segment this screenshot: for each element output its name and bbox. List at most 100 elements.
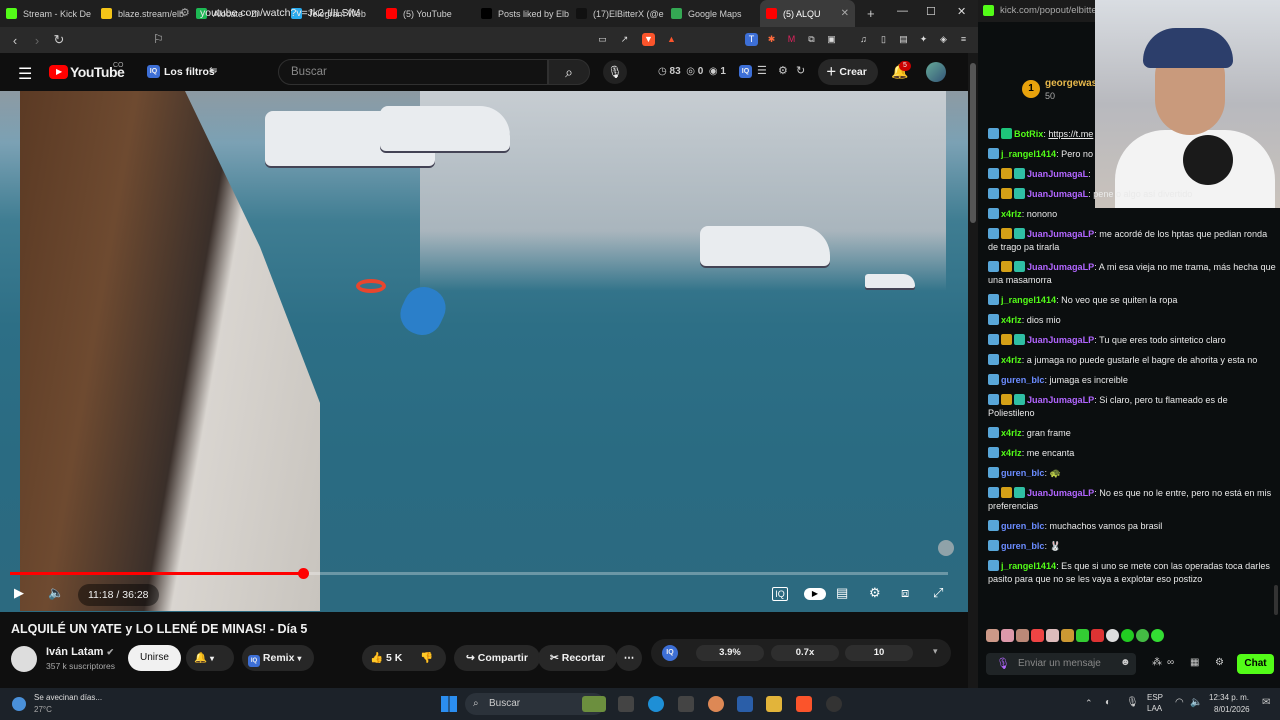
brave-shield-icon[interactable]: ▼	[642, 33, 655, 46]
minimize-button[interactable]: —	[897, 5, 908, 17]
emote-icon[interactable]	[1151, 629, 1164, 642]
chat-username[interactable]: j_rangel1414	[1001, 295, 1056, 305]
search-icon[interactable]: ⌕	[548, 59, 590, 85]
folder-icon[interactable]	[766, 696, 782, 712]
obs-icon[interactable]	[826, 696, 842, 712]
remix-button[interactable]: IQ Remix ▾	[242, 645, 314, 671]
clock-date[interactable]: 8/01/2026	[1214, 705, 1250, 714]
page-scrollbar[interactable]	[968, 53, 978, 688]
chat-username[interactable]: JuanJumagaLP	[1027, 262, 1094, 272]
filters-button[interactable]: Los filtros	[164, 66, 215, 78]
chat-username[interactable]: JuanJumagaLP	[1027, 229, 1094, 239]
play-icon[interactable]: ▶	[14, 585, 24, 601]
taskbar-widget-icon[interactable]	[582, 696, 606, 712]
subscription-bell-button[interactable]: 🔔 ▾	[186, 645, 234, 671]
tab-close-icon[interactable]: ✕	[841, 8, 849, 19]
browser-tab[interactable]: Stream - Kick De	[0, 0, 95, 27]
settings-gear-icon[interactable]: ⚙	[869, 585, 881, 601]
iq-filter-icon[interactable]: IQ	[147, 65, 160, 78]
back-icon[interactable]: ‹	[4, 33, 26, 48]
store-app-icon[interactable]	[678, 696, 694, 712]
miniplayer-icon[interactable]: ⧈	[901, 585, 909, 601]
chat-username[interactable]: JuanJumagaL	[1027, 189, 1088, 199]
subtitles-icon[interactable]: ▤	[836, 585, 848, 601]
app-icon[interactable]	[737, 696, 753, 712]
site-settings-icon[interactable]: ⚙	[180, 6, 190, 19]
store-icon[interactable]: ▦	[1190, 657, 1199, 668]
filters-settings-icon[interactable]: ⇋	[209, 65, 217, 76]
refresh-icon[interactable]: ↻	[796, 64, 805, 77]
video-player[interactable]: ▶ 🔈 11:18 / 36:28 IQ ▶ ▤ ⚙ ⧈ ⤢	[0, 91, 968, 612]
chat-username[interactable]: x4rlz	[1001, 428, 1022, 438]
chat-username[interactable]: guren_blc	[1001, 468, 1044, 478]
dislike-icon[interactable]: 👎	[420, 645, 433, 671]
emote-icon[interactable]	[986, 629, 999, 642]
brave-rewards-icon[interactable]: ▲	[665, 33, 678, 46]
clock-time[interactable]: 12:34 p. m.	[1209, 693, 1249, 702]
forward-icon[interactable]: ›	[26, 33, 48, 48]
cast-icon[interactable]: ▭	[596, 33, 609, 46]
lang-indicator[interactable]: ESP	[1147, 693, 1163, 702]
like-icon[interactable]: 👍	[370, 652, 383, 664]
chat-username[interactable]: x4rlz	[1001, 209, 1022, 219]
lang-indicator-2[interactable]: LAA	[1147, 704, 1162, 713]
emote-icon[interactable]	[1016, 629, 1029, 642]
chat-username[interactable]: BotRix	[1014, 129, 1043, 139]
channel-name[interactable]: Iván Latam ✔	[46, 646, 114, 658]
menu-icon[interactable]: ≡	[957, 33, 970, 46]
emote-icon[interactable]	[1061, 629, 1074, 642]
chat-send-button[interactable]: Chat	[1237, 654, 1274, 674]
emote-icon[interactable]	[1031, 629, 1044, 642]
youtube-logo-icon[interactable]: ▶	[49, 65, 68, 79]
browser-tab[interactable]: (5) ALQU ✕	[760, 0, 855, 27]
weather-title[interactable]: Se avecinan días...	[34, 693, 102, 702]
new-tab-button[interactable]: +	[867, 6, 875, 21]
search-input[interactable]: Buscar	[278, 59, 548, 85]
screenshot-icon[interactable]: ▣	[825, 33, 838, 46]
fullscreen-icon[interactable]: ⤢	[933, 585, 943, 601]
notification-center-icon[interactable]: ✉	[1262, 697, 1270, 708]
edge-icon[interactable]	[648, 696, 664, 712]
channel-avatar[interactable]	[11, 646, 37, 672]
ai-icon[interactable]: ✦	[917, 33, 930, 46]
chat-username[interactable]: j_rangel1414	[1001, 561, 1056, 571]
brave-taskbar-icon[interactable]	[796, 696, 812, 712]
iq-icon[interactable]: IQ	[739, 65, 752, 78]
chat-username[interactable]: JuanJumagaLP	[1027, 335, 1094, 345]
progress-knob[interactable]	[297, 568, 309, 579]
more-actions-button[interactable]: ⋯	[616, 645, 642, 671]
emote-icon[interactable]	[1106, 629, 1119, 642]
tray-chevron-icon[interactable]: ⌃	[1085, 698, 1093, 709]
link-icon[interactable]: ∞	[1167, 657, 1174, 668]
video-overlay-icon[interactable]	[938, 540, 954, 556]
settings-icon[interactable]: ⚙	[778, 64, 788, 77]
rewards-icon[interactable]: ⁂	[1152, 657, 1162, 668]
iq-player-icon[interactable]: IQ	[772, 587, 788, 601]
microphone-icon[interactable]: 🎙	[603, 60, 627, 84]
emote-icon[interactable]	[1046, 629, 1059, 642]
list-icon[interactable]: ☰	[757, 64, 767, 77]
emote-icon[interactable]	[1091, 629, 1104, 642]
extension2-icon[interactable]: M	[785, 33, 798, 46]
share-icon[interactable]: ↗	[618, 33, 631, 46]
share-button[interactable]: ↪ Compartir	[454, 645, 540, 671]
autoplay-toggle[interactable]: ▶	[804, 588, 826, 600]
extensions-icon[interactable]: ⧉	[805, 33, 818, 46]
chat-username[interactable]: x4rlz	[1001, 355, 1022, 365]
emote-icon[interactable]	[1121, 629, 1134, 642]
bookmark-icon[interactable]: ⚐	[153, 32, 164, 46]
music-icon[interactable]: ♫	[857, 33, 870, 46]
wallet-icon[interactable]: ▤	[897, 33, 910, 46]
chat-username[interactable]: JuanJumagaL	[1027, 169, 1088, 179]
clip-button[interactable]: ✂ Recortar	[538, 645, 617, 671]
chat-username[interactable]: guren_blc	[1001, 541, 1044, 551]
chat-username[interactable]: j_rangel1414	[1001, 149, 1056, 159]
extension-icon[interactable]: ✱	[765, 33, 778, 46]
hamburger-menu-icon[interactable]: ☰	[18, 64, 32, 84]
emote-icon[interactable]	[1136, 629, 1149, 642]
mic-icon[interactable]: 🎙	[996, 657, 1010, 670]
volume-icon[interactable]: 🔈	[48, 585, 64, 601]
tray-mic-icon[interactable]: 🎙	[1126, 697, 1139, 708]
create-button[interactable]: ＋ Crear	[818, 59, 878, 85]
file-explorer-icon[interactable]	[618, 696, 634, 712]
